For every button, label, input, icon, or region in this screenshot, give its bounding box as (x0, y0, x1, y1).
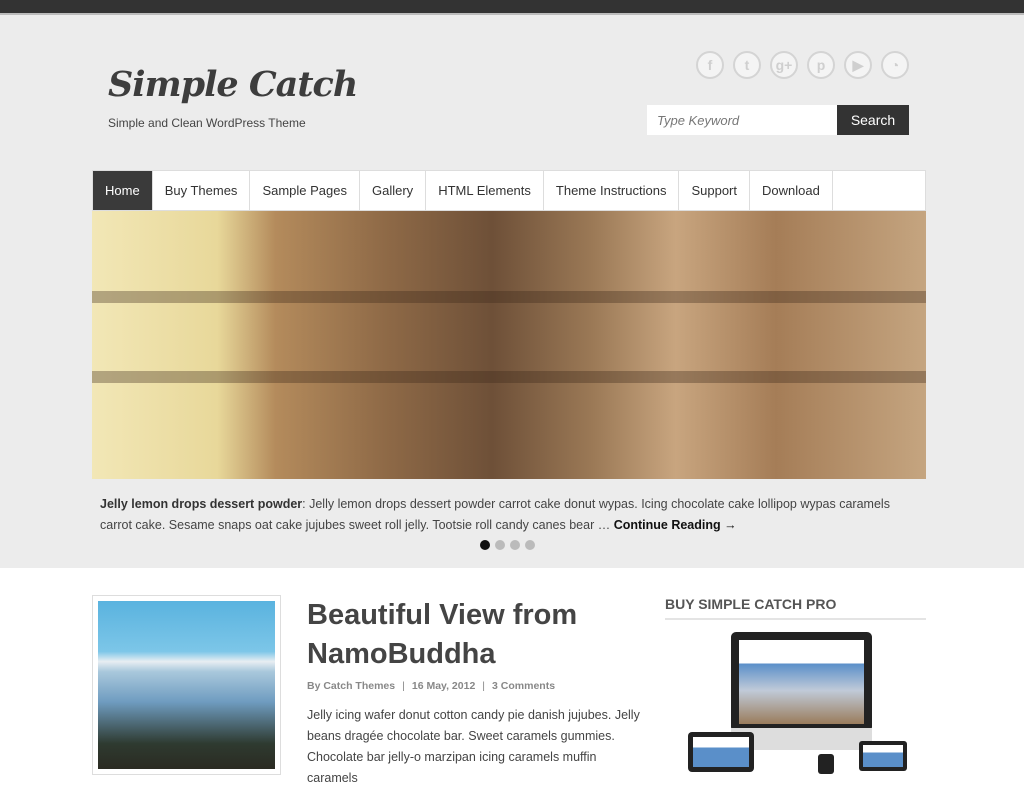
thumbnail-image (98, 601, 275, 769)
site-tagline: Simple and Clean WordPress Theme (108, 116, 306, 130)
nav-buy-themes[interactable]: Buy Themes (153, 171, 251, 210)
post-excerpt: Jelly icing wafer donut cotton candy pie… (307, 708, 640, 785)
continue-reading-link[interactable]: Continue Reading → (614, 518, 737, 532)
post-author[interactable]: By Catch Themes (307, 680, 395, 692)
widget-title: BUY SIMPLE CATCH PRO (665, 596, 837, 612)
slider-pager (480, 540, 535, 550)
post-comments[interactable]: 3 Comments (492, 680, 555, 692)
caption-title: Jelly lemon drops dessert powder (100, 497, 303, 511)
promo-imac-image[interactable] (731, 632, 872, 732)
tablet-screen (863, 745, 903, 767)
separator: | (402, 680, 405, 692)
promo-tablet-image[interactable] (688, 732, 754, 772)
slider-image[interactable] (92, 211, 926, 479)
promo-phone-image[interactable] (818, 754, 834, 774)
nav-theme-instructions[interactable]: Theme Instructions (544, 171, 680, 210)
image-band (92, 291, 926, 303)
tablet-screen (693, 737, 749, 767)
slider-dot[interactable] (480, 540, 490, 550)
twitter-icon[interactable]: t (733, 51, 761, 79)
nav-html-elements[interactable]: HTML Elements (426, 171, 544, 210)
post-meta: By Catch Themes | 16 May, 2012 | 3 Comments (307, 680, 555, 692)
widget-divider (665, 618, 926, 620)
imac-screen (739, 640, 864, 724)
nav-support[interactable]: Support (679, 171, 750, 210)
slider-caption: Jelly lemon drops dessert powder: Jelly … (100, 494, 920, 536)
slider-dot[interactable] (510, 540, 520, 550)
pinterest-icon[interactable]: p (807, 51, 835, 79)
rss-icon[interactable]: ◔ (881, 51, 909, 79)
slider-dot[interactable] (525, 540, 535, 550)
image-band (92, 371, 926, 383)
top-bar (0, 0, 1024, 15)
promo-tablet-small-image[interactable] (859, 741, 907, 771)
youtube-icon[interactable]: ▶ (844, 51, 872, 79)
post-date[interactable]: 16 May, 2012 (412, 680, 475, 692)
nav-download[interactable]: Download (750, 171, 833, 210)
nav-sample-pages[interactable]: Sample Pages (250, 171, 360, 210)
main-nav: Home Buy Themes Sample Pages Gallery HTM… (92, 170, 926, 211)
site-title[interactable]: Simple Catch (108, 64, 358, 105)
googleplus-icon[interactable]: g+ (770, 51, 798, 79)
social-links: f t g+ p ▶ ◔ (696, 51, 909, 79)
post-thumbnail[interactable] (92, 595, 281, 775)
post-title[interactable]: Beautiful View from NamoBuddha (307, 596, 627, 674)
search-button[interactable]: Search (837, 105, 909, 135)
separator: | (482, 680, 486, 692)
nav-gallery[interactable]: Gallery (360, 171, 427, 210)
slider-dot[interactable] (495, 540, 505, 550)
facebook-icon[interactable]: f (696, 51, 724, 79)
search-input[interactable] (647, 105, 837, 135)
nav-home[interactable]: Home (93, 171, 153, 210)
